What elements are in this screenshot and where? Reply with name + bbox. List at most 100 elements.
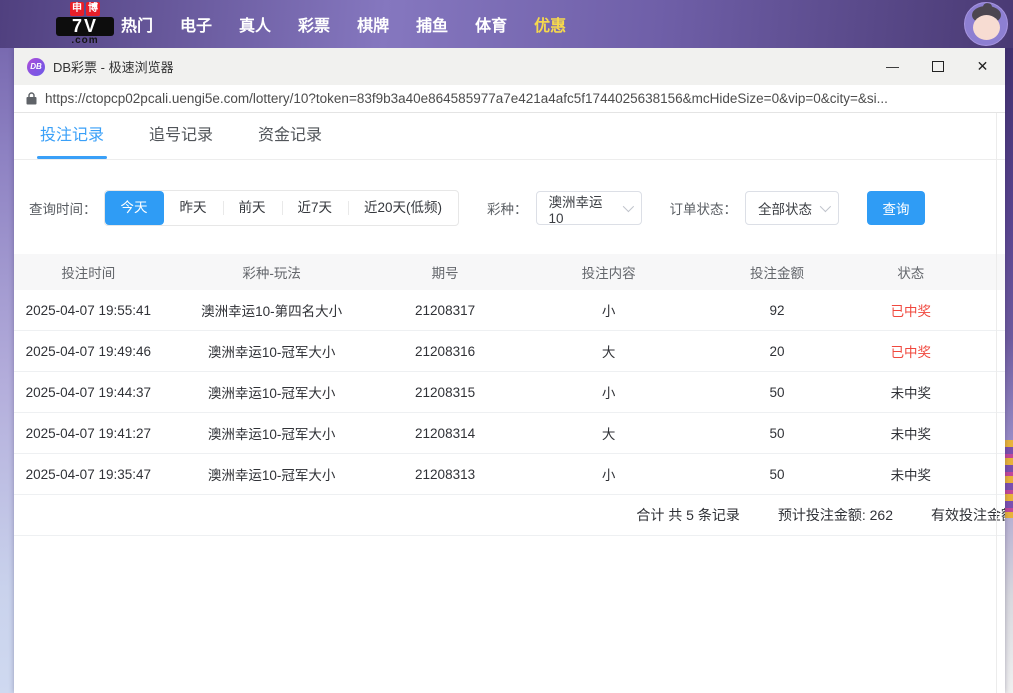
column-header: 投注金额 [708, 262, 847, 282]
maximize-icon [932, 61, 944, 72]
cell-game-play: 澳洲幸运10-冠军大小 [163, 423, 381, 443]
cell-status: 未中奖 [846, 423, 975, 443]
table-row: 2025-04-07 19:49:46澳洲幸运10-冠军大小21208316大2… [14, 331, 1005, 372]
nav-item[interactable]: 优惠 [534, 12, 566, 36]
table-header: 投注时间彩种-玩法期号投注内容投注金额状态 [14, 254, 1005, 290]
lottery-select[interactable]: 澳洲幸运10 [536, 191, 642, 225]
column-header: 期号 [381, 262, 510, 282]
table-body: 2025-04-07 19:55:41澳洲幸运10-第四名大小21208317小… [14, 290, 1005, 495]
tab-item[interactable]: 追号记录 [149, 113, 213, 159]
cell-bet-amount: 50 [708, 467, 847, 482]
bet-record-table: 投注时间彩种-玩法期号投注内容投注金额状态 2025-04-07 19:55:4… [14, 254, 1005, 536]
nav-item[interactable]: 电子 [180, 12, 212, 36]
summary-row: 合计 共 5 条记录 预计投注金额: 262 有效投注金额 [14, 495, 1005, 536]
summary-item: 有效投注金额 [931, 505, 1005, 525]
cell-status: 未中奖 [846, 464, 975, 484]
cell-issue: 21208314 [381, 426, 510, 441]
lottery-filter-label: 彩种： [487, 198, 528, 218]
status-select-value: 全部状态 [758, 198, 812, 218]
cell-bet-content: 小 [509, 464, 707, 484]
lottery-select-value: 澳洲幸运10 [549, 191, 615, 226]
minimize-button[interactable]: — [870, 48, 915, 85]
page-backdrop-right-strip [1004, 48, 1013, 693]
cell-bet-amount: 92 [708, 303, 847, 318]
cell-bet-amount: 20 [708, 344, 847, 359]
cell-bet-content: 大 [509, 341, 707, 361]
window-controls: — ✕ [870, 48, 1005, 85]
table-row: 2025-04-07 19:41:27澳洲幸运10-冠军大小21208314大5… [14, 413, 1005, 454]
cell-issue: 21208316 [381, 344, 510, 359]
cell-issue: 21208317 [381, 303, 510, 318]
cell-game-play: 澳洲幸运10-冠军大小 [163, 341, 381, 361]
table-row: 2025-04-07 19:44:37澳洲幸运10-冠军大小21208315小5… [14, 372, 1005, 413]
window-titlebar: DB DB彩票 - 极速浏览器 — ✕ [14, 48, 1005, 85]
avatar-face [973, 15, 1000, 40]
time-option[interactable]: 昨天 [164, 191, 223, 225]
tab-item[interactable]: 投注记录 [40, 113, 104, 159]
summary-item: 合计 共 5 条记录 [636, 505, 739, 525]
tab-item[interactable]: 资金记录 [258, 113, 322, 159]
time-option[interactable]: 今天 [105, 191, 164, 225]
cell-bet-time: 2025-04-07 19:49:46 [14, 344, 163, 359]
nav-item[interactable]: 体育 [475, 12, 507, 36]
browser-window: DB DB彩票 - 极速浏览器 — ✕ https://ctopcp02pcal… [14, 48, 1005, 693]
cell-bet-content: 小 [509, 382, 707, 402]
status-filter-label: 订单状态： [670, 198, 738, 218]
window-scrollbar[interactable] [996, 113, 1005, 693]
lock-icon [26, 92, 37, 105]
cell-bet-time: 2025-04-07 19:55:41 [14, 303, 163, 318]
cell-bet-time: 2025-04-07 19:44:37 [14, 385, 163, 400]
nav-item[interactable]: 热门 [121, 12, 153, 36]
site-logo[interactable]: 申 博 7V .com [56, 2, 114, 46]
time-option[interactable]: 近7天 [282, 191, 349, 225]
cell-status: 未中奖 [846, 382, 975, 402]
logo-badge-left: 申 [70, 2, 84, 16]
column-header: 投注时间 [14, 262, 163, 282]
summary-item: 预计投注金额: 262 [778, 505, 893, 525]
page-backdrop-fragment [1004, 440, 1013, 518]
time-option[interactable]: 近20天(低频) [348, 191, 458, 225]
search-button[interactable]: 查询 [867, 191, 925, 225]
cell-game-play: 澳洲幸运10-第四名大小 [163, 300, 381, 320]
cell-bet-content: 小 [509, 300, 707, 320]
logo-sub-text: .com [56, 36, 114, 46]
cell-game-play: 澳洲幸运10-冠军大小 [163, 382, 381, 402]
browser-favicon: DB [27, 58, 45, 76]
time-filter-label: 查询时间： [29, 198, 97, 218]
order-status-select[interactable]: 全部状态 [745, 191, 839, 225]
minimize-icon: — [886, 59, 899, 74]
url-text: https://ctopcp02pcali.uengi5e.com/lotter… [45, 91, 993, 106]
logo-main-text: 7V [56, 17, 114, 36]
nav-item[interactable]: 彩票 [298, 12, 330, 36]
cell-status: 已中奖 [846, 300, 975, 320]
filter-bar: 查询时间： 今天昨天前天近7天近20天(低频) 彩种： 澳洲幸运10 订单状态：… [29, 190, 1005, 226]
time-filter-group: 今天昨天前天近7天近20天(低频) [104, 190, 460, 226]
table-row: 2025-04-07 19:55:41澳洲幸运10-第四名大小21208317小… [14, 290, 1005, 331]
maximize-button[interactable] [915, 48, 960, 85]
column-header: 状态 [846, 262, 975, 282]
cell-bet-time: 2025-04-07 19:35:47 [14, 467, 163, 482]
close-icon: ✕ [977, 58, 989, 75]
nav-item[interactable]: 真人 [239, 12, 271, 36]
cell-bet-time: 2025-04-07 19:41:27 [14, 426, 163, 441]
cell-issue: 21208315 [381, 385, 510, 400]
nav-item[interactable]: 捕鱼 [416, 12, 448, 36]
logo-badge-right: 博 [86, 2, 100, 16]
close-button[interactable]: ✕ [960, 48, 1005, 85]
site-topbar: 申 博 7V .com 热门 电子 真人 彩票 棋牌 捕鱼 体育 优惠 [0, 0, 1013, 48]
address-bar[interactable]: https://ctopcp02pcali.uengi5e.com/lotter… [14, 85, 1005, 113]
cell-bet-amount: 50 [708, 385, 847, 400]
user-avatar[interactable] [964, 2, 1008, 46]
record-tabs: 投注记录追号记录资金记录 [14, 113, 1005, 160]
chevron-down-icon [820, 201, 831, 212]
top-nav: 热门 电子 真人 彩票 棋牌 捕鱼 体育 优惠 [121, 0, 566, 48]
column-header: 投注内容 [509, 262, 707, 282]
nav-item[interactable]: 棋牌 [357, 12, 389, 36]
table-row: 2025-04-07 19:35:47澳洲幸运10-冠军大小21208313小5… [14, 454, 1005, 495]
cell-status: 已中奖 [846, 341, 975, 361]
cell-issue: 21208313 [381, 467, 510, 482]
page-content: 投注记录追号记录资金记录 查询时间： 今天昨天前天近7天近20天(低频) 彩种：… [14, 113, 1005, 693]
time-option[interactable]: 前天 [223, 191, 282, 225]
cell-game-play: 澳洲幸运10-冠军大小 [163, 464, 381, 484]
window-title: DB彩票 - 极速浏览器 [53, 57, 174, 76]
